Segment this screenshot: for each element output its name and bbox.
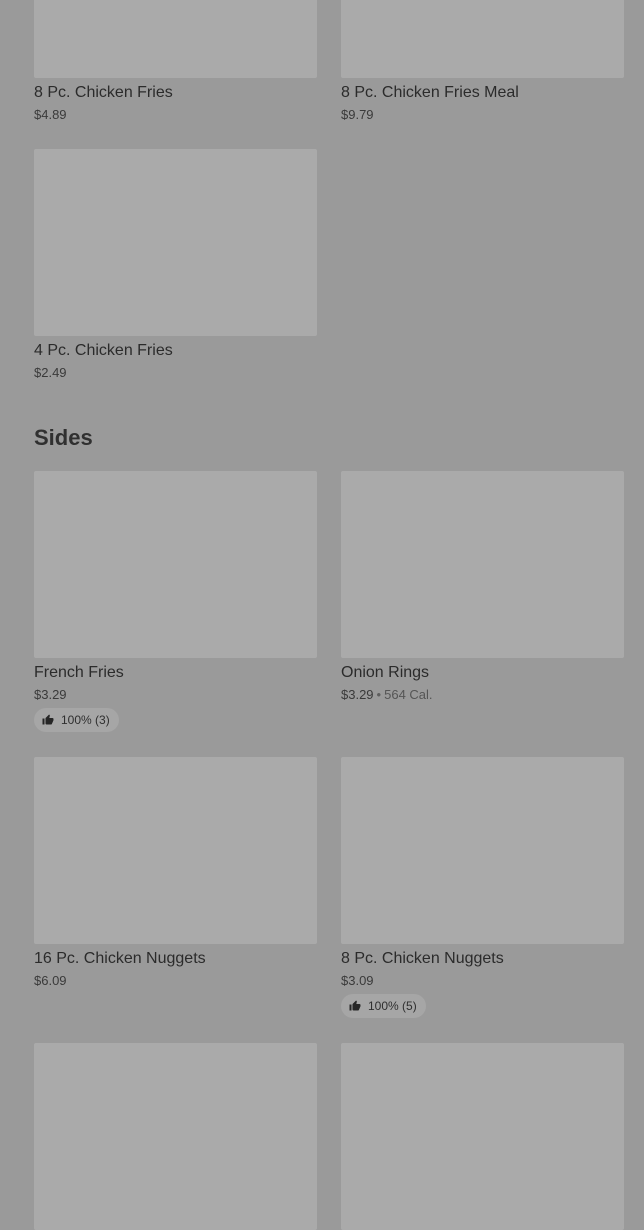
menu-item-calories: 564 Cal.	[384, 687, 433, 702]
menu-item-price: $4.89	[34, 107, 67, 122]
rating-text: 100% (5)	[368, 999, 417, 1013]
menu-item-image	[34, 471, 317, 658]
menu-item-price: $6.09	[34, 973, 67, 988]
menu-item-image	[341, 1043, 624, 1230]
menu-item-card[interactable]: 8 Pc. Chicken Fries $4.89	[34, 0, 317, 123]
menu-item-price: $3.09	[341, 973, 374, 988]
section-title-sides: Sides	[34, 425, 93, 450]
menu-item-card[interactable]: 4 Pc. Chicken Fries $2.49	[34, 149, 317, 381]
menu-item-card[interactable]	[341, 1043, 624, 1230]
menu-item-name: 8 Pc. Chicken Fries	[34, 84, 173, 101]
rating-badge: 100% (3)	[34, 708, 119, 732]
menu-item-image	[341, 471, 624, 658]
menu-item-price: $3.29	[341, 687, 374, 702]
menu-item-name: 8 Pc. Chicken Fries Meal	[341, 84, 519, 101]
rating-badge: 100% (5)	[341, 994, 426, 1018]
menu-item-image	[34, 0, 317, 78]
menu-item-price-row: $3.29 • 564 Cal.	[341, 687, 624, 703]
menu-item-image	[34, 149, 317, 336]
menu-item-name: French Fries	[34, 664, 124, 681]
menu-item-card[interactable]: French Fries $3.29 100% (3)	[34, 471, 317, 732]
menu-item-card[interactable]: 16 Pc. Chicken Nuggets $6.09	[34, 757, 317, 989]
menu-item-image	[34, 757, 317, 944]
menu-item-name: Onion Rings	[341, 664, 430, 681]
menu-item-name: 4 Pc. Chicken Fries	[34, 342, 173, 359]
menu-item-price: $2.49	[34, 365, 67, 380]
menu-item-name: 8 Pc. Chicken Nuggets	[341, 950, 504, 967]
menu-item-image	[341, 757, 624, 944]
price-separator: •	[376, 687, 382, 702]
menu-item-card[interactable]: 8 Pc. Chicken Nuggets $3.09 100% (5)	[341, 757, 624, 1018]
menu-item-card[interactable]: Onion Rings $3.29 • 564 Cal.	[341, 471, 624, 703]
menu-item-card[interactable]	[34, 1043, 317, 1230]
menu-item-image	[34, 1043, 317, 1230]
thumbs-up-icon	[42, 714, 54, 725]
menu-item-price: $9.79	[341, 107, 374, 122]
menu-item-card[interactable]: 8 Pc. Chicken Fries Meal $9.79	[341, 0, 624, 123]
rating-text: 100% (3)	[61, 713, 110, 727]
menu-item-image	[341, 0, 624, 78]
menu-item-name: 16 Pc. Chicken Nuggets	[34, 950, 206, 967]
menu-item-price: $3.29	[34, 687, 67, 702]
thumbs-up-icon	[349, 1000, 361, 1011]
